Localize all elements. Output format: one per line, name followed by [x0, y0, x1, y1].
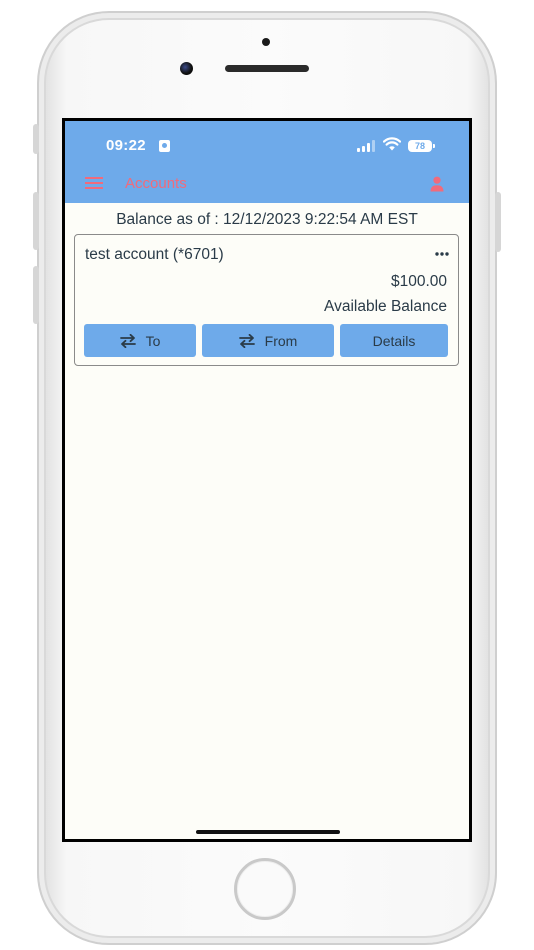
transfer-to-label: To	[145, 332, 161, 349]
home-indicator[interactable]	[196, 830, 340, 834]
contact-card-icon	[159, 140, 170, 152]
volume-down-button	[33, 266, 39, 324]
more-options-icon[interactable]	[434, 247, 450, 261]
account-balance-amount: $100.00	[390, 273, 447, 290]
available-balance-label: Available Balance	[324, 298, 447, 315]
account-card: test account (*6701) $100.00 Available B…	[74, 234, 459, 366]
battery-icon: 78	[408, 140, 435, 152]
home-button[interactable]	[234, 858, 296, 920]
earpiece-speaker	[225, 65, 309, 72]
transfer-arrows-icon	[238, 333, 255, 348]
transfer-from-label: From	[264, 332, 298, 349]
details-label: Details	[372, 332, 416, 349]
status-time: 09:22	[106, 137, 146, 154]
power-button	[495, 192, 501, 252]
transfer-from-button[interactable]: From	[202, 324, 334, 357]
proximity-sensor	[262, 38, 270, 46]
transfer-arrows-icon	[119, 333, 136, 348]
front-camera	[180, 62, 193, 75]
account-name: test account (*6701)	[85, 246, 224, 263]
hamburger-menu-icon[interactable]	[85, 177, 103, 190]
user-icon[interactable]	[430, 176, 444, 192]
silent-switch	[33, 124, 39, 154]
volume-up-button	[33, 192, 39, 250]
screen: 09:22 78 Accounts Balance as of: 12/12/…	[62, 118, 472, 842]
page-title: Accounts	[125, 175, 187, 192]
app-header: 09:22 78 Accounts	[65, 121, 469, 203]
details-button[interactable]: Details	[340, 324, 448, 357]
wifi-icon	[383, 137, 401, 151]
balance-timestamp: Balance as of : 12/12/2023 9:22:54 AM ES…	[116, 211, 418, 228]
app-screen: 09:22 78 Accounts Balance as of: 12/12/…	[65, 121, 469, 839]
transfer-to-button[interactable]: To	[84, 324, 196, 357]
cellular-signal-icon	[357, 140, 377, 152]
